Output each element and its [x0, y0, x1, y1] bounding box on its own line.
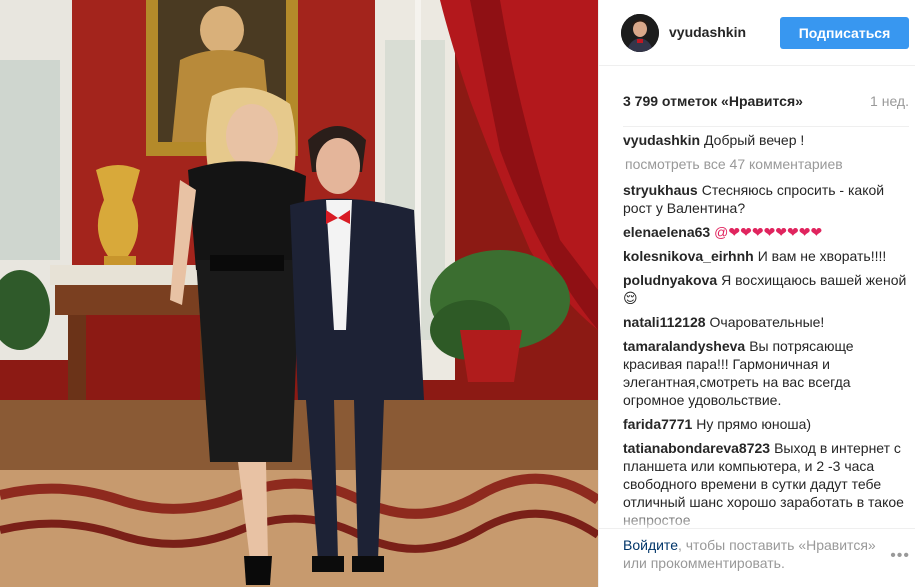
avatar[interactable] [621, 14, 659, 52]
comment-item: natali112128 Очаровательные! [623, 313, 909, 331]
post-header: vyudashkin Подписаться [599, 0, 915, 66]
comment-text: @❤❤❤❤❤❤❤❤ [714, 224, 823, 240]
post-timestamp[interactable]: 1 нед. [870, 93, 909, 109]
comment-author[interactable]: tatianabondareva8723 [623, 440, 770, 456]
comment-author[interactable]: natali112128 [623, 314, 706, 330]
caption-text: Добрый вечер ! [704, 132, 805, 148]
comment-item: elenaelena63 @❤❤❤❤❤❤❤❤ [623, 223, 909, 241]
caption: vyudashkin Добрый вечер ! [623, 131, 909, 149]
login-prompt: Войдите, чтобы поставить «Нравится» или … [599, 528, 915, 587]
comment-item: kolesnikova_eirhnh И вам не хворать!!!! [623, 247, 909, 265]
comment-item: farida7771 Ну прямо юноша) [623, 415, 909, 433]
post-photo[interactable] [0, 0, 598, 587]
comment-item: stryukhaus Стесняюсь спросить - какой рос… [623, 181, 909, 217]
caption-author[interactable]: vyudashkin [623, 132, 700, 148]
comment-author[interactable]: poludnyakova [623, 272, 717, 288]
view-all-comments-link[interactable]: посмотреть все 47 комментариев [625, 155, 909, 173]
comment-text: Очаровательные! [709, 314, 825, 330]
comment-author[interactable]: kolesnikova_eirhnh [623, 248, 754, 264]
post-photo-image [0, 0, 598, 587]
more-dots-icon[interactable]: ••• [890, 547, 910, 565]
comment-author[interactable]: tamaralandysheva [623, 338, 745, 354]
avatar-image [621, 14, 659, 52]
login-link[interactable]: Войдите [623, 537, 678, 553]
likes-count[interactable]: 3 799 отметок «Нравится» [623, 93, 803, 109]
comment-author[interactable]: farida7771 [623, 416, 692, 432]
comments-list[interactable]: vyudashkin Добрый вечер ! посмотреть все … [623, 126, 909, 530]
follow-button[interactable]: Подписаться [780, 17, 909, 49]
comment-author[interactable]: elenaelena63 [623, 224, 710, 240]
post-sidebar: vyudashkin Подписаться 3 799 отметок «Нр… [598, 0, 915, 587]
comment-text: И вам не хворать!!!! [757, 248, 887, 264]
header-username[interactable]: vyudashkin [669, 24, 746, 40]
post-stats: 3 799 отметок «Нравится» 1 нед. [623, 86, 909, 116]
comment-author[interactable]: stryukhaus [623, 182, 698, 198]
comment-item: tamaralandysheva Вы потрясающе красивая п… [623, 337, 909, 409]
comment-item: poludnyakova Я восхищаюсь вашей женой😌 [623, 271, 909, 307]
comment-text: Ну прямо юноша) [696, 416, 812, 432]
